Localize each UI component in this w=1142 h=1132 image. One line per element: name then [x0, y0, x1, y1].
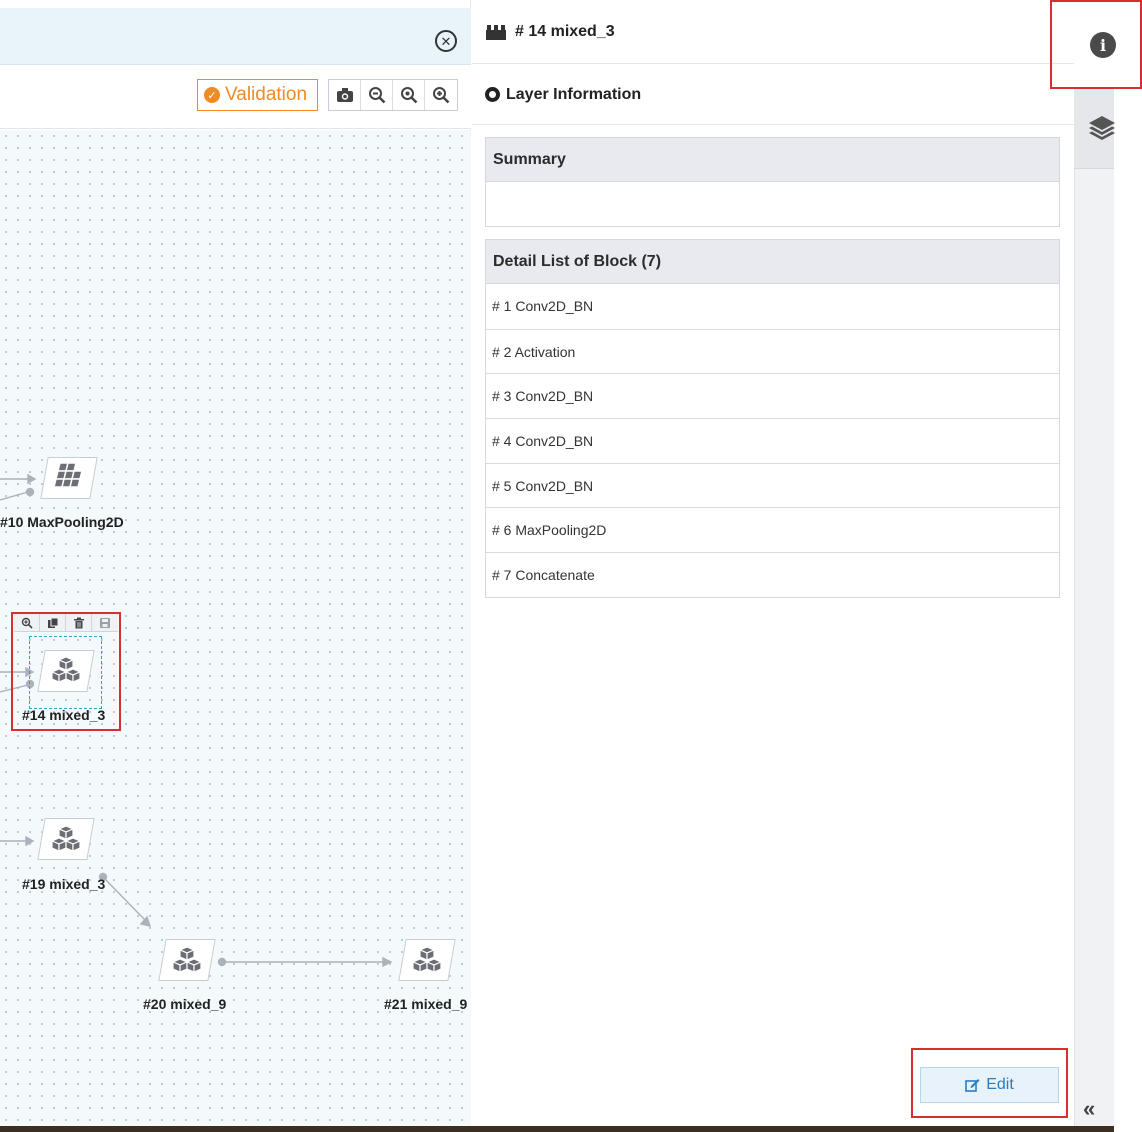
panel-header: # 14 mixed_3: [472, 0, 1074, 64]
node-label: #21 mixed_9: [384, 996, 468, 1012]
detail-list-item[interactable]: # 1 Conv2D_BN: [486, 284, 1059, 329]
layer-information-label: Layer Information: [506, 85, 642, 103]
model-canvas-panel: ✕ ✓ Validation #10 MaxPooling2D #14 mixe…: [0, 0, 471, 1126]
layers-icon: [1089, 116, 1115, 140]
detail-list: # 1 Conv2D_BN # 2 Activation # 3 Conv2D_…: [486, 284, 1059, 597]
detail-list-item[interactable]: # 4 Conv2D_BN: [486, 418, 1059, 463]
detail-list-heading: Detail List of Block (7): [486, 240, 1059, 284]
summary-heading: Summary: [486, 138, 1059, 182]
detail-list-item[interactable]: # 5 Conv2D_BN: [486, 462, 1059, 508]
detail-list-item[interactable]: # 2 Activation: [486, 328, 1059, 374]
edit-label: Edit: [986, 1076, 1014, 1093]
detail-list-box: Detail List of Block (7) # 1 Conv2D_BN #…: [485, 239, 1060, 598]
app-root: ✕ ✓ Validation #10 MaxPooling2D #14 mixe…: [0, 0, 1142, 1132]
detail-list-item[interactable]: # 6 MaxPooling2D: [486, 507, 1059, 552]
panel-title: # 14 mixed_3: [515, 22, 615, 40]
cubes-icon: [411, 946, 443, 973]
double-chevron-left-icon[interactable]: «: [1083, 1096, 1095, 1122]
edit-icon: [965, 1079, 980, 1092]
sidebar-layers-tab[interactable]: [1074, 89, 1115, 169]
detail-list-item[interactable]: # 7 Concatenate: [486, 552, 1059, 597]
bottom-border: [0, 1126, 1114, 1132]
summary-content: [486, 182, 1059, 226]
summary-box: Summary: [485, 137, 1060, 227]
node-mixed-21[interactable]: #21 mixed_9: [0, 0, 471, 1126]
radio-selected-icon: [485, 87, 500, 102]
info-tab-highlight: [1050, 0, 1142, 89]
layer-info-panel: # 14 mixed_3 Layer Information Summary D…: [472, 0, 1074, 1126]
block-icon: [486, 24, 506, 40]
edit-button[interactable]: Edit: [920, 1067, 1059, 1103]
sidebar-edge: [1114, 0, 1142, 1132]
layer-information-tab[interactable]: Layer Information: [472, 65, 1074, 125]
detail-list-item[interactable]: # 3 Conv2D_BN: [486, 373, 1059, 418]
